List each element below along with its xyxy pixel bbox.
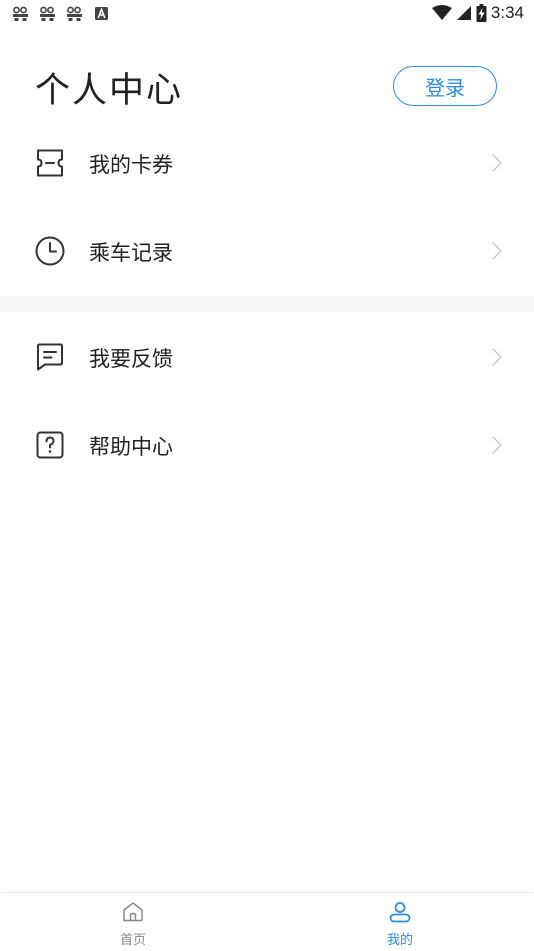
status-bar: 3:34 xyxy=(0,0,534,28)
game-controller-icon xyxy=(13,6,28,21)
menu-item-coupons[interactable]: 我的卡券 xyxy=(0,119,534,207)
page-title: 个人中心 xyxy=(35,71,184,111)
menu-item-label: 我要反馈 xyxy=(89,347,173,371)
clock-icon xyxy=(35,236,65,266)
user-profile-icon xyxy=(389,902,411,923)
login-button[interactable]: 登录 xyxy=(393,66,497,106)
game-controller-icon xyxy=(40,6,55,21)
menu-item-feedback[interactable]: 我要反馈 xyxy=(0,313,534,401)
bottom-tab-bar: 首页 我的 xyxy=(0,892,534,951)
chevron-right-icon xyxy=(492,242,503,260)
tab-label: 首页 xyxy=(119,933,146,948)
menu-item-ride-records[interactable]: 乘车记录 xyxy=(0,207,534,295)
tab-label: 我的 xyxy=(386,933,413,948)
cell-signal-icon xyxy=(456,6,471,20)
wifi-icon xyxy=(431,5,452,20)
chevron-right-icon xyxy=(492,154,503,172)
status-time: 3:34 xyxy=(490,3,524,22)
battery-charging-icon xyxy=(476,4,487,22)
game-controller-icon xyxy=(67,6,82,21)
menu-item-help-center[interactable]: 帮助中心 xyxy=(0,401,534,489)
system-status: 3:34 xyxy=(431,3,524,23)
ticket-icon xyxy=(37,149,63,177)
feedback-message-icon xyxy=(37,343,63,371)
home-icon xyxy=(123,902,143,922)
menu-item-label: 乘车记录 xyxy=(89,241,173,265)
notification-icons xyxy=(12,6,110,22)
chevron-right-icon xyxy=(492,348,503,366)
chevron-right-icon xyxy=(492,436,503,454)
menu-item-label: 帮助中心 xyxy=(89,435,173,459)
menu-item-label: 我的卡券 xyxy=(89,153,173,177)
tab-home[interactable]: 首页 xyxy=(73,893,193,951)
help-question-icon xyxy=(36,431,64,459)
a-letter-icon xyxy=(95,7,108,20)
tab-mine[interactable]: 我的 xyxy=(340,893,460,951)
section-divider xyxy=(0,296,534,312)
